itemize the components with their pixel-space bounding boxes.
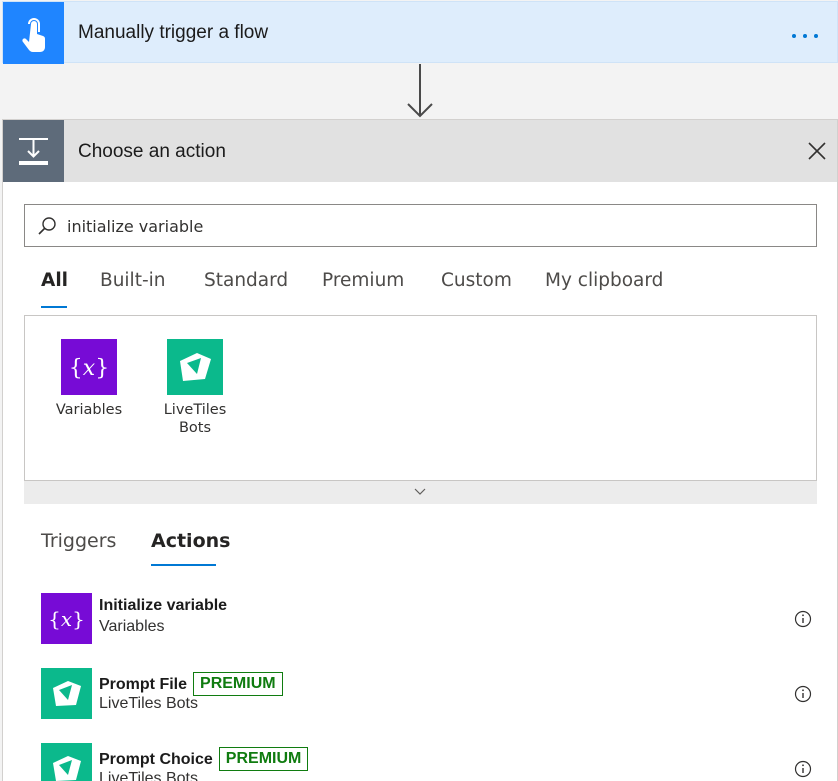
result-connector: Variables bbox=[99, 618, 165, 635]
connectors-grid: {x} Variables LiveTiles Bots bbox=[24, 315, 817, 504]
livetiles-bots-icon bbox=[41, 743, 92, 781]
tab-my-clipboard[interactable]: My clipboard bbox=[545, 270, 663, 291]
connector-arrow bbox=[406, 64, 434, 120]
result-name: Prompt Choice PREMIUM bbox=[99, 747, 309, 771]
more-dots-icon[interactable] bbox=[789, 28, 821, 38]
action-header: Choose an action bbox=[3, 120, 837, 182]
result-name: Prompt File PREMIUM bbox=[99, 672, 283, 696]
action-title: Choose an action bbox=[78, 141, 226, 162]
result-name: Initialize variable bbox=[99, 597, 228, 614]
tab-actions[interactable]: Actions bbox=[151, 530, 230, 552]
expand-connectors-bar[interactable] bbox=[24, 480, 817, 504]
search-input[interactable] bbox=[67, 212, 807, 240]
tab-built-in[interactable]: Built-in bbox=[100, 270, 166, 291]
tab-standard[interactable]: Standard bbox=[204, 270, 288, 291]
close-icon[interactable] bbox=[807, 141, 827, 161]
tab-premium[interactable]: Premium bbox=[322, 270, 404, 291]
choose-action-panel: Choose an action All Built-in Standard P… bbox=[2, 119, 838, 781]
info-icon[interactable] bbox=[794, 760, 812, 778]
result-connector: LiveTiles Bots bbox=[99, 695, 198, 712]
trigger-title: Manually trigger a flow bbox=[78, 22, 269, 43]
action-icon bbox=[3, 120, 64, 182]
chevron-down-icon bbox=[414, 488, 426, 495]
tab-custom[interactable]: Custom bbox=[441, 270, 512, 291]
tab-actions-underline bbox=[151, 564, 216, 566]
premium-badge: PREMIUM bbox=[193, 672, 283, 696]
livetiles-bots-icon bbox=[167, 339, 223, 395]
connector-label: LiveTiles Bots bbox=[163, 402, 227, 436]
connector-livetiles-bots[interactable]: LiveTiles Bots bbox=[155, 339, 235, 437]
connector-label: Variables bbox=[55, 402, 123, 418]
info-icon[interactable] bbox=[794, 685, 812, 703]
premium-badge: PREMIUM bbox=[218, 747, 309, 771]
variables-icon: {x} bbox=[61, 339, 117, 395]
tab-triggers[interactable]: Triggers bbox=[41, 530, 116, 552]
info-icon[interactable] bbox=[794, 610, 812, 628]
connector-variables[interactable]: {x} Variables bbox=[49, 339, 129, 419]
livetiles-bots-icon bbox=[41, 668, 92, 719]
svg-text:{x}: {x} bbox=[69, 356, 109, 381]
result-prompt-file[interactable]: Prompt File PREMIUM LiveTiles Bots bbox=[41, 668, 812, 720]
tab-all-underline bbox=[41, 306, 67, 308]
hand-touch-icon bbox=[3, 2, 64, 64]
search-box[interactable] bbox=[24, 204, 817, 247]
result-connector: LiveTiles Bots bbox=[99, 770, 198, 781]
variables-icon: {x} bbox=[41, 593, 92, 644]
result-prompt-choice[interactable]: Prompt Choice PREMIUM LiveTiles Bots bbox=[41, 743, 812, 781]
tab-all[interactable]: All bbox=[41, 270, 68, 291]
svg-text:{x}: {x} bbox=[48, 607, 85, 631]
result-initialize-variable[interactable]: {x} Initialize variable Variables bbox=[41, 593, 812, 645]
search-icon bbox=[37, 216, 57, 236]
trigger-card[interactable]: Manually trigger a flow bbox=[2, 1, 838, 64]
